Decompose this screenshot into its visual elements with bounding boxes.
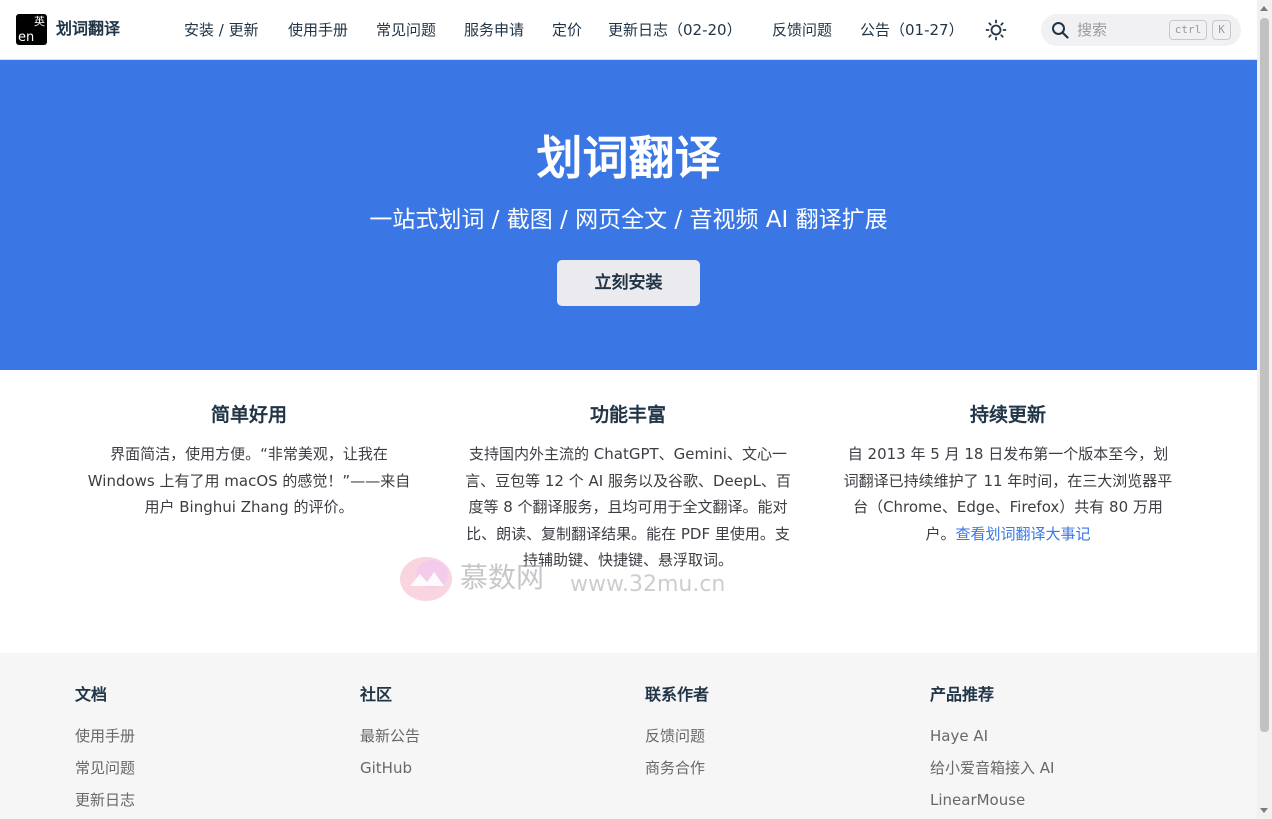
footer-link-github[interactable]: GitHub <box>360 757 420 779</box>
footer-link-business[interactable]: 商务合作 <box>645 757 709 779</box>
search-box[interactable]: 搜索 ctrl K <box>1041 14 1241 46</box>
nav-manual[interactable]: 使用手册 <box>288 19 348 41</box>
search-placeholder: 搜索 <box>1077 21 1108 39</box>
footer-column-title: 社区 <box>360 685 393 704</box>
footer-column-title: 产品推荐 <box>930 685 995 704</box>
footer-column-contact: 联系作者 反馈问题 商务合作 <box>645 683 709 789</box>
feature-title: 持续更新 <box>969 404 1046 426</box>
nav-service[interactable]: 服务申请 <box>464 19 524 41</box>
scrollbar-thumb[interactable] <box>1260 18 1269 732</box>
search-icon <box>1052 22 1069 39</box>
scroll-up-arrow-icon[interactable] <box>1260 6 1268 11</box>
footer: 文档 使用手册 常见问题 更新日志 社区 最新公告 GitHub 联系作者 反馈… <box>0 653 1257 819</box>
footer-link-linearmouse[interactable]: LinearMouse <box>930 789 1054 811</box>
feature-text-block: 自 2013 年 5 月 18 日发布第一个版本至今，划词翻译已持续维护了 11… <box>843 441 1173 547</box>
shortcut-k-key: K <box>1212 20 1231 40</box>
feature-title: 功能丰富 <box>589 404 666 426</box>
nav-feedback[interactable]: 反馈问题 <box>772 19 832 41</box>
nav-pricing[interactable]: 定价 <box>552 19 582 41</box>
footer-link-manual[interactable]: 使用手册 <box>75 725 135 747</box>
nav-announcement[interactable]: 公告（01-27） <box>860 19 964 41</box>
footer-link-haye-ai[interactable]: Haye AI <box>930 725 1054 747</box>
watermark: 慕数网 www.32mu.cn <box>398 552 738 608</box>
watermark-text-cn: 慕数网 <box>460 561 545 594</box>
footer-column-title: 文档 <box>75 685 108 704</box>
footer-link-announcements[interactable]: 最新公告 <box>360 725 420 747</box>
footer-column-docs: 文档 使用手册 常见问题 更新日志 <box>75 683 135 819</box>
shortcut-ctrl-key: ctrl <box>1169 20 1207 40</box>
nav-faq[interactable]: 常见问题 <box>376 19 436 41</box>
footer-column-community: 社区 最新公告 GitHub <box>360 683 420 789</box>
sun-icon[interactable] <box>985 19 1007 41</box>
top-navbar: 英 en 划词翻译 安装 / 更新 使用手册 常见问题 服务申请 定价 更新日志… <box>0 0 1257 60</box>
logo-text-cn: 英 <box>34 15 45 28</box>
footer-link-xiaoai[interactable]: 给小爱音箱接入 AI <box>930 757 1054 779</box>
footer-link-faq[interactable]: 常见问题 <box>75 757 135 779</box>
scroll-down-arrow-icon[interactable] <box>1260 808 1268 813</box>
footer-link-changelog[interactable]: 更新日志 <box>75 789 135 811</box>
brand-name[interactable]: 划词翻译 <box>56 18 120 40</box>
nav-install[interactable]: 安装 / 更新 <box>184 19 259 41</box>
feature-text: 界面简洁，使用方便。“非常美观，让我在 Windows 上有了用 macOS 的… <box>87 445 411 516</box>
install-now-button[interactable]: 立刻安装 <box>557 260 700 306</box>
page-scrollbar[interactable] <box>1257 0 1272 819</box>
footer-column-title: 联系作者 <box>645 685 710 704</box>
feature-title: 简单好用 <box>210 404 287 426</box>
watermark-logo-icon <box>400 557 452 601</box>
feature-updates: 持续更新 自 2013 年 5 月 18 日发布第一个版本至今，划词翻译已持续维… <box>843 400 1173 547</box>
footer-column-products: 产品推荐 Haye AI 给小爱音箱接入 AI LinearMouse <box>930 683 1054 819</box>
hero-section: 划词翻译 一站式划词 / 截图 / 网页全文 / 音视频 AI 翻译扩展 立刻安… <box>0 60 1257 370</box>
milestones-link[interactable]: 查看划词翻译大事记 <box>956 525 1091 543</box>
feature-rich: 功能丰富 支持国内外主流的 ChatGPT、Gemini、文心一言、豆包等 12… <box>463 400 793 574</box>
logo-text-en: en <box>18 30 35 45</box>
feature-simple: 简单好用 界面简洁，使用方便。“非常美观，让我在 Windows 上有了用 ma… <box>84 400 414 521</box>
hero-subtitle: 一站式划词 / 截图 / 网页全文 / 音视频 AI 翻译扩展 <box>369 207 888 233</box>
nav-changelog[interactable]: 更新日志（02-20） <box>608 19 742 41</box>
watermark-text-en: www.32mu.cn <box>570 572 726 597</box>
logo-icon[interactable]: 英 en <box>16 14 47 45</box>
hero-title: 划词翻译 <box>536 131 721 185</box>
footer-link-feedback[interactable]: 反馈问题 <box>645 725 709 747</box>
